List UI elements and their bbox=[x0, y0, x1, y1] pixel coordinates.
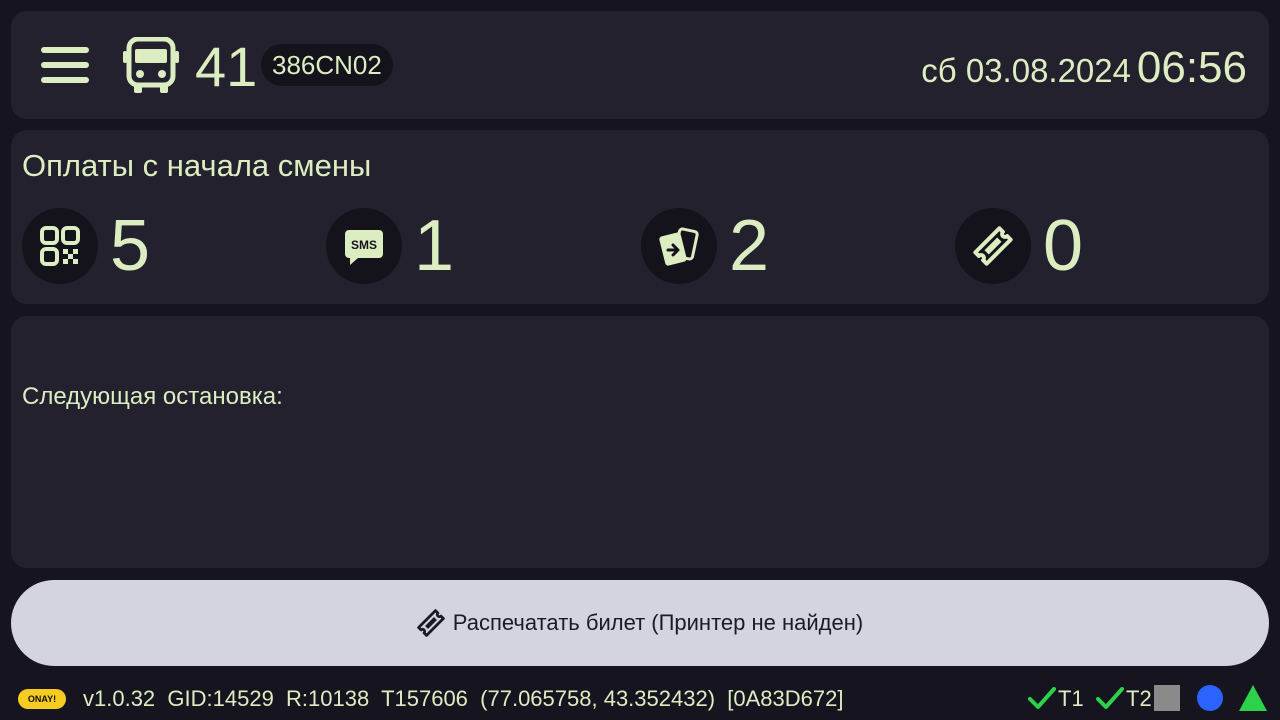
payment-count-qr: 5 bbox=[110, 206, 151, 286]
sms-icon: SMS bbox=[326, 208, 402, 284]
payments-title: Оплаты с начала смены bbox=[22, 148, 372, 183]
print-ticket-button[interactable]: Распечатать билет (Принтер не найден) bbox=[11, 580, 1269, 666]
status-circle-icon bbox=[1197, 685, 1223, 711]
brand-logo: ONAY! bbox=[18, 689, 66, 709]
route-number: 41 bbox=[195, 35, 258, 98]
next-stop-label: Следующая остановка: bbox=[22, 383, 283, 410]
gid-value: GID:14529 bbox=[167, 686, 274, 711]
header-panel: 41 386CN02 сб 03.08.2024 06:56 bbox=[11, 11, 1269, 119]
print-ticket-label: Распечатать билет (Принтер не найден) bbox=[452, 610, 864, 635]
indicator-t1: T1 bbox=[1058, 686, 1084, 711]
payment-count-card: 2 bbox=[729, 206, 770, 286]
app-version: v1.0.32 bbox=[83, 686, 156, 711]
status-info-text: v1.0.32 GID:14529 R:10138 T157606 (77.06… bbox=[83, 686, 843, 712]
print-button-content: Распечатать билет (Принтер не найден) bbox=[11, 580, 1269, 666]
ticket-icon bbox=[417, 609, 445, 637]
check-icon bbox=[1028, 687, 1056, 709]
next-stop-panel: Следующая остановка: bbox=[11, 316, 1269, 568]
ticket-icon bbox=[955, 208, 1031, 284]
check-icon bbox=[1096, 687, 1124, 709]
hamburger-menu-icon[interactable] bbox=[41, 47, 89, 83]
indicator-t2: T2 bbox=[1126, 686, 1152, 711]
svg-text:SMS: SMS bbox=[351, 238, 377, 252]
r-value: R:10138 bbox=[286, 686, 370, 711]
current-time: 06:56 bbox=[1136, 43, 1247, 92]
bus-icon bbox=[123, 37, 179, 93]
payment-count-sms: 1 bbox=[414, 206, 455, 286]
gps-coordinates: (77.065758, 43.352432) bbox=[480, 686, 716, 711]
qr-code-icon bbox=[22, 208, 98, 284]
status-triangle-icon bbox=[1239, 685, 1267, 711]
status-square-icon bbox=[1154, 685, 1180, 711]
device-id: [0A83D672] bbox=[727, 686, 844, 711]
current-date: сб 03.08.2024 bbox=[921, 52, 1131, 89]
app-screen: 41 386CN02 сб 03.08.2024 06:56 Оплаты с … bbox=[0, 0, 1280, 720]
payments-panel: Оплаты с начала смены 5 SMS 1 2 0 bbox=[11, 130, 1269, 304]
status-bar: ONAY! v1.0.32 GID:14529 R:10138 T157606 … bbox=[0, 678, 1280, 720]
card-payment-icon bbox=[641, 208, 717, 284]
t-value: T157606 bbox=[381, 686, 468, 711]
vehicle-plate-badge: 386CN02 bbox=[261, 44, 393, 86]
payment-count-ticket: 0 bbox=[1043, 206, 1084, 286]
